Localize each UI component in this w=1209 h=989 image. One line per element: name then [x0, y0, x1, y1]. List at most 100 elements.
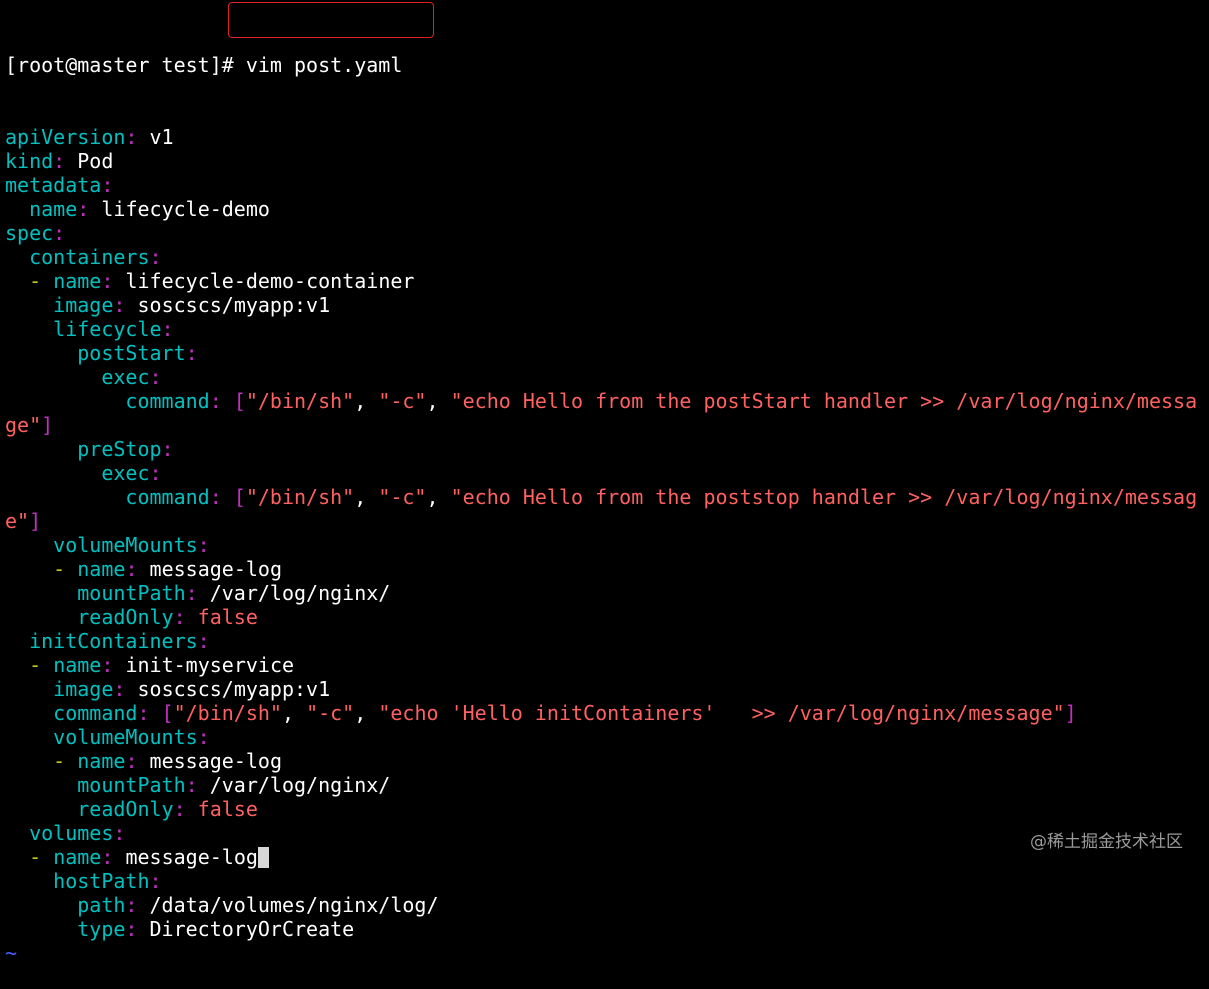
yaml-punct: :	[113, 821, 126, 845]
yaml-punct: :	[53, 221, 66, 245]
yaml-text	[5, 533, 53, 557]
yaml-text	[5, 893, 77, 917]
yaml-dash: -	[53, 749, 78, 773]
yaml-key: command	[125, 389, 210, 413]
yaml-punct: :	[125, 557, 150, 581]
code-line: - name: lifecycle-demo-container	[5, 269, 1205, 293]
code-line: path: /data/volumes/nginx/log/	[5, 893, 1205, 917]
yaml-key: name	[29, 197, 78, 221]
yaml-text: soscscs/myapp:v1	[137, 677, 331, 701]
code-line: image: soscscs/myapp:v1	[5, 293, 1205, 317]
text-cursor	[257, 847, 269, 868]
yaml-string: "-c"	[378, 389, 427, 413]
code-line: lifecycle:	[5, 317, 1205, 341]
yaml-key: exec	[101, 365, 150, 389]
yaml-key: volumes	[29, 821, 114, 845]
yaml-text: v1	[149, 125, 174, 149]
yaml-string: "/bin/sh"	[173, 701, 282, 725]
yaml-text: ,	[354, 701, 379, 725]
code-line: volumes:	[5, 821, 1205, 845]
code-line: metadata:	[5, 173, 1205, 197]
yaml-punct: ]	[29, 509, 42, 533]
yaml-dash: -	[29, 653, 54, 677]
yaml-string: "-c"	[306, 701, 355, 725]
yaml-key: name	[77, 749, 126, 773]
yaml-punct: :	[197, 629, 210, 653]
code-line: - name: message-log	[5, 557, 1205, 581]
yaml-punct: :	[149, 365, 162, 389]
yaml-string: "-c"	[378, 485, 427, 509]
code-line: e"]	[5, 509, 1205, 533]
yaml-punct: :	[101, 653, 126, 677]
yaml-punct: :	[125, 917, 150, 941]
yaml-text	[5, 773, 77, 797]
yaml-text: ,	[426, 389, 451, 413]
yaml-text	[5, 677, 53, 701]
yaml-key: readOnly	[77, 605, 174, 629]
code-line: image: soscscs/myapp:v1	[5, 677, 1205, 701]
yaml-string: "echo Hello from the poststop handler >>…	[450, 485, 1198, 509]
yaml-text	[5, 437, 77, 461]
yaml-key: volumeMounts	[53, 533, 198, 557]
yaml-punct: :	[101, 173, 114, 197]
yaml-punct: :	[185, 581, 210, 605]
yaml-boolean: false	[197, 605, 258, 629]
yaml-boolean: false	[197, 797, 258, 821]
code-line: - name: message-log	[5, 749, 1205, 773]
yaml-punct: :	[53, 149, 78, 173]
yaml-text	[5, 821, 29, 845]
yaml-text	[5, 869, 53, 893]
yaml-key: command	[125, 485, 210, 509]
yaml-key: exec	[101, 461, 150, 485]
yaml-text	[5, 797, 77, 821]
code-line: exec:	[5, 365, 1205, 389]
yaml-text	[5, 629, 29, 653]
yaml-text	[5, 461, 101, 485]
code-line: apiVersion: v1	[5, 125, 1205, 149]
yaml-text: message-log	[149, 749, 282, 773]
yaml-punct: :	[77, 197, 102, 221]
yaml-dash: -	[29, 845, 54, 869]
shell-prompt: [root@master test]#	[5, 53, 246, 77]
terminal-window[interactable]: [root@master test]# vim post.yaml apiVer…	[5, 5, 1205, 989]
yaml-key: type	[77, 917, 126, 941]
code-line: command: ["/bin/sh", "-c", "echo 'Hello …	[5, 701, 1205, 725]
yaml-text: ,	[281, 701, 307, 725]
yaml-punct: :	[149, 461, 162, 485]
yaml-punct: :	[149, 869, 162, 893]
yaml-text	[5, 653, 29, 677]
code-line: type: DirectoryOrCreate	[5, 917, 1205, 941]
yaml-punct: :	[185, 341, 198, 365]
yaml-string: "echo 'Hello initContainers' >> /var/log…	[378, 701, 1065, 725]
code-line: postStart:	[5, 341, 1205, 365]
vim-command: vim post.yaml	[245, 53, 403, 77]
yaml-text	[5, 557, 53, 581]
yaml-text	[5, 197, 29, 221]
yaml-key: name	[53, 269, 102, 293]
yaml-key: image	[53, 293, 114, 317]
yaml-key: name	[77, 557, 126, 581]
yaml-text	[5, 749, 53, 773]
yaml-text	[5, 917, 77, 941]
code-line: containers:	[5, 245, 1205, 269]
yaml-text	[5, 365, 101, 389]
code-line: kind: Pod	[5, 149, 1205, 173]
yaml-key: name	[53, 845, 102, 869]
yaml-punct: :	[101, 269, 126, 293]
code-line: initContainers:	[5, 629, 1205, 653]
shell-prompt-line: [root@master test]# vim post.yaml	[5, 53, 1205, 77]
code-line: command: ["/bin/sh", "-c", "echo Hello f…	[5, 389, 1205, 413]
yaml-punct: :	[113, 677, 138, 701]
yaml-dash: -	[53, 557, 78, 581]
yaml-punct: :	[125, 749, 150, 773]
yaml-text: ,	[354, 485, 379, 509]
yaml-dash: -	[29, 269, 54, 293]
watermark: @稀土掘金技术社区	[1030, 832, 1183, 852]
yaml-text: /var/log/nginx/	[209, 773, 391, 797]
yaml-text: Pod	[77, 149, 114, 173]
yaml-file-content[interactable]: apiVersion: v1 kind: Pod metadata: name: l…	[5, 125, 1205, 965]
yaml-punct: :	[149, 245, 162, 269]
yaml-punct: :	[173, 605, 198, 629]
yaml-text: ,	[354, 389, 379, 413]
yaml-key: apiVersion	[5, 125, 126, 149]
